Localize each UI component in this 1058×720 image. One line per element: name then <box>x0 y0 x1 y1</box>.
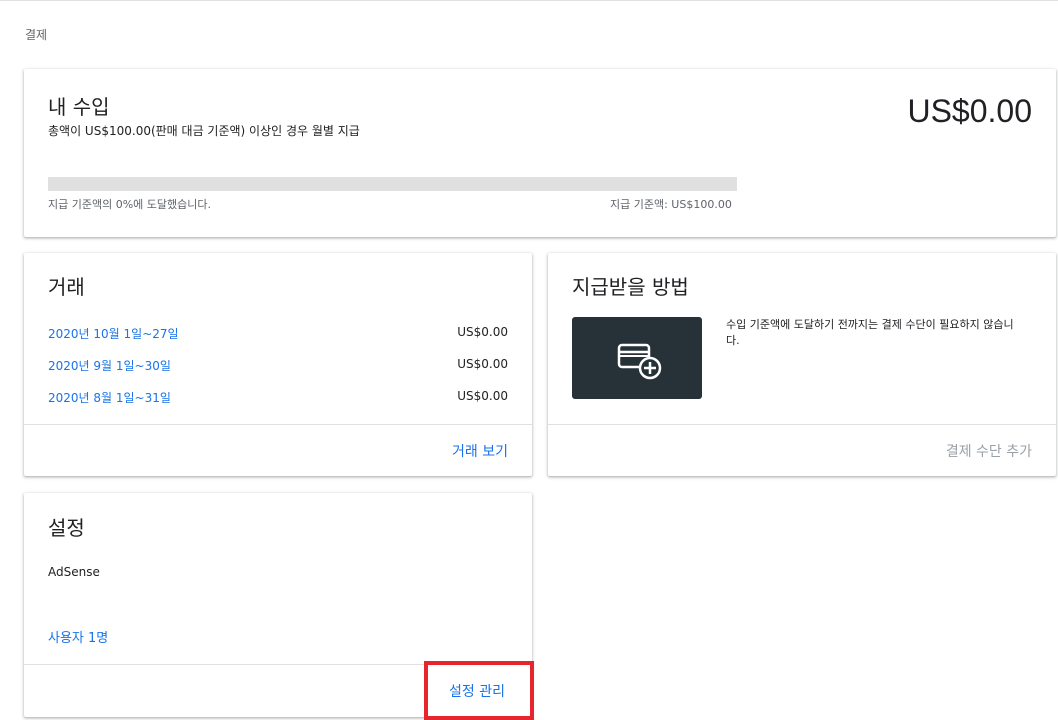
account-name: AdSense <box>48 565 100 579</box>
transactions-card: 거래 2020년 10월 1일~27일 US$0.00 2020년 9월 1일~… <box>24 253 532 476</box>
highlight-annotation-box <box>424 661 534 720</box>
transaction-date-link[interactable]: 2020년 8월 1일~31일 <box>48 389 171 406</box>
threshold-progress-bar <box>48 177 737 191</box>
transaction-row: 2020년 10월 1일~27일 US$0.00 <box>48 325 508 345</box>
progress-status-text: 지급 기준액의 0%에 도달했습니다. <box>48 198 211 211</box>
payment-method-title: 지급받을 방법 <box>572 275 689 299</box>
transactions-title: 거래 <box>48 275 85 299</box>
users-link[interactable]: 사용자 1명 <box>48 627 108 646</box>
card-divider <box>24 424 532 425</box>
breadcrumb: 결제 <box>25 28 48 42</box>
view-transactions-button[interactable]: 거래 보기 <box>452 441 508 461</box>
payment-method-description: 수입 기준액에 도달하기 전까지는 결제 수단이 필요하지 않습니다. <box>726 318 1014 347</box>
transaction-date-link[interactable]: 2020년 10월 1일~27일 <box>48 325 179 342</box>
threshold-amount-text: 지급 기준액: US$100.00 <box>610 198 732 211</box>
earnings-balance: US$0.00 <box>907 93 1032 129</box>
payment-method-tile <box>572 317 702 399</box>
settings-title: 설정 <box>48 516 85 540</box>
transaction-amount: US$0.00 <box>457 325 508 339</box>
add-payment-method-button[interactable]: 결제 수단 추가 <box>946 441 1032 461</box>
card-divider <box>548 424 1056 425</box>
earnings-title: 내 수입 <box>48 95 110 119</box>
add-card-icon <box>617 343 662 380</box>
earnings-card: 내 수입 총액이 US$100.00(판매 대금 기준액) 이상인 경우 월별 … <box>24 69 1056 237</box>
transaction-amount: US$0.00 <box>457 357 508 371</box>
top-divider <box>0 0 1058 1</box>
transaction-row: 2020년 9월 1일~30일 US$0.00 <box>48 357 508 377</box>
payment-method-card: 지급받을 방법 수입 기준액에 도달하기 전까지는 결제 수단이 필요하지 않습… <box>548 253 1056 476</box>
transaction-date-link[interactable]: 2020년 9월 1일~30일 <box>48 357 171 374</box>
transaction-amount: US$0.00 <box>457 389 508 403</box>
earnings-subtitle: 총액이 US$100.00(판매 대금 기준액) 이상인 경우 월별 지급 <box>48 124 360 138</box>
transaction-row: 2020년 8월 1일~31일 US$0.00 <box>48 389 508 409</box>
